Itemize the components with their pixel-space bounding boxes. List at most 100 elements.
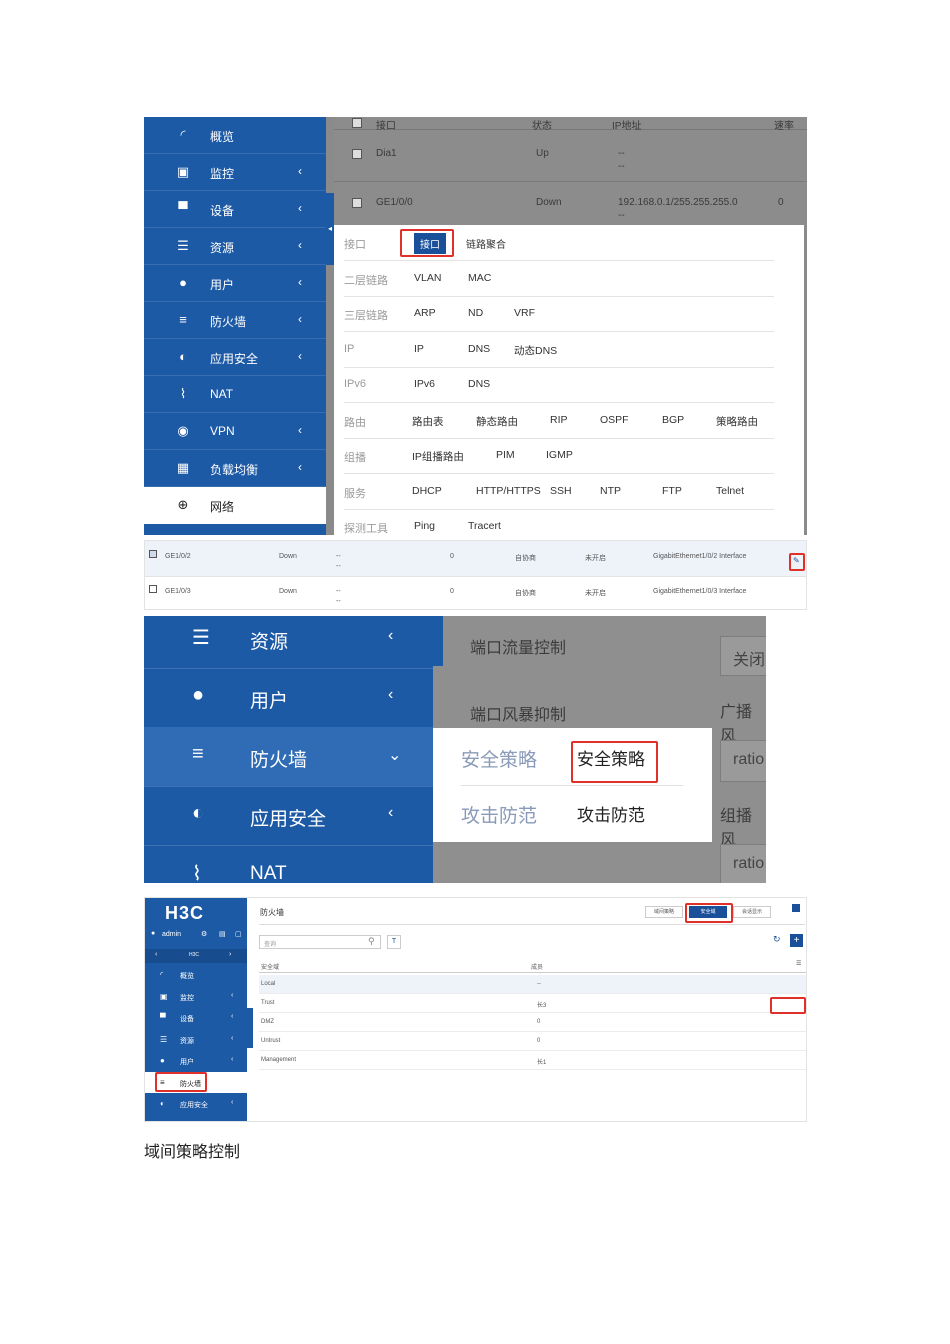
sidebar-item[interactable]: ☰ 资源 ‹ — [144, 616, 433, 668]
sidebar-item[interactable]: ⌇ NAT — [144, 376, 326, 413]
column-header: 状态 — [532, 121, 552, 132]
submenu-link[interactable]: Tracert — [468, 520, 501, 532]
submenu-link[interactable]: BGP — [662, 414, 684, 426]
row-checkbox[interactable] — [149, 550, 157, 558]
submenu-link[interactable]: PIM — [496, 449, 515, 461]
sidebar-item[interactable]: ◐ 应用安全 ‹ — [144, 786, 433, 845]
sidebar-item[interactable]: ◉ VPN ‹ — [144, 413, 326, 450]
table-row[interactable]: Untrust 0 — [259, 1032, 806, 1051]
save-icon[interactable] — [792, 904, 800, 912]
settings-icon[interactable]: ⚙ — [201, 930, 207, 938]
flow-control-select[interactable]: 关闭 — [720, 636, 766, 676]
table-row[interactable]: DMZ 0 — [259, 1013, 806, 1032]
submenu-link[interactable]: FTP — [662, 485, 682, 497]
sidebar-item[interactable]: ▦ 负载均衡 ‹ — [144, 450, 326, 487]
submenu-link[interactable]: DNS — [468, 343, 490, 355]
monitor-icon: ▣ — [160, 991, 168, 1001]
sidebar-collapse-handle[interactable] — [433, 616, 443, 666]
sidebar-item[interactable]: ▣ 监控 ‹ — [145, 986, 247, 1007]
submenu-link[interactable]: OSPF — [600, 414, 629, 426]
column-settings-icon[interactable]: ☰ — [796, 960, 801, 967]
submenu-link[interactable]: SSH — [550, 485, 572, 497]
sidebar-item[interactable]: ● 用户 ‹ — [144, 265, 326, 302]
submenu-link[interactable]: VRF — [514, 307, 535, 319]
nat-icon: ⌇ — [179, 386, 187, 401]
submenu-link[interactable]: RIP — [550, 414, 568, 426]
submenu-link[interactable]: 策略路由 — [716, 414, 758, 429]
sidebar-item[interactable]: ◐ 应用安全 ‹ — [144, 339, 326, 376]
search-input[interactable]: 查询 ⚲ — [259, 935, 381, 949]
submenu-link[interactable]: IP组播路由 — [412, 449, 464, 464]
sidebar-collapse-handle[interactable]: ◂ — [326, 193, 334, 265]
sidebar-item[interactable]: ⊕ 网络 — [144, 487, 326, 524]
resource-icon: ☰ — [160, 1034, 168, 1044]
filter-button[interactable]: T — [387, 935, 401, 949]
table-row[interactable]: Local -- — [259, 975, 806, 994]
sidebar-item[interactable]: ◜ 概览 — [145, 964, 247, 985]
submenu-link[interactable]: Ping — [414, 520, 435, 532]
sidebar-item[interactable]: ≡ 防火墙 ‹ — [144, 302, 326, 339]
nav-prev-icon[interactable]: ‹ — [155, 951, 157, 958]
sidebar-item[interactable]: ≡ 防火墙 ⌄ — [144, 727, 433, 786]
add-button[interactable]: + — [790, 934, 803, 947]
sidebar-item[interactable]: ☰ 资源 ‹ — [145, 1029, 247, 1050]
submenu-category: 安全策略 — [461, 750, 538, 771]
save-icon[interactable]: ▤ — [219, 930, 226, 938]
interface-ip: 192.168.0.1/255.255.255.0 — [618, 197, 738, 208]
cell-flow: 未开启 — [585, 555, 606, 562]
submenu-link[interactable]: 路由表 — [412, 414, 444, 429]
submenu-link[interactable]: HTTP/HTTPS — [476, 485, 541, 497]
row-checkbox[interactable] — [352, 149, 362, 159]
submenu-link[interactable]: IPv6 — [414, 378, 435, 390]
table-row[interactable]: Dia1 Up -- -- — [334, 145, 807, 182]
attack-defense-link[interactable]: 攻击防范 — [577, 801, 645, 826]
submenu-link[interactable]: ARP — [414, 307, 436, 319]
logout-icon[interactable]: ▢ — [235, 930, 242, 938]
submenu-link[interactable]: ND — [468, 307, 483, 319]
sidebar-item-label: 应用安全 — [180, 1102, 208, 1109]
sidebar-item[interactable]: ☰ 资源 ‹ — [144, 228, 326, 265]
submenu-link[interactable]: VLAN — [414, 272, 441, 284]
submenu-link[interactable]: NTP — [600, 485, 621, 497]
sidebar-item[interactable]: ⌇ NAT — [144, 845, 433, 883]
page-title: 防火墙 — [260, 908, 284, 917]
broadcast-ratio-select[interactable]: ratio — [720, 740, 766, 782]
submenu-link[interactable]: 动态DNS — [514, 343, 557, 358]
submenu-link[interactable]: 链路聚合 — [466, 236, 506, 251]
submenu-link[interactable]: IP — [414, 343, 424, 355]
table-row[interactable]: GE1/0/2 Down -- 0 自协商 未开启 GigabitEthernet1/0/2… — [145, 541, 806, 577]
submenu-link[interactable]: 静态路由 — [476, 414, 518, 429]
submenu-link[interactable]: Telnet — [716, 485, 744, 497]
sidebar-item[interactable]: ● 用户 ‹ — [145, 1050, 247, 1071]
submenu-link[interactable]: IGMP — [546, 449, 573, 461]
tab[interactable]: 域间策略 — [645, 906, 683, 918]
table-row[interactable]: Trust 长3 — [259, 994, 806, 1013]
sidebar-item[interactable]: ▀ 设备 ‹ — [144, 191, 326, 228]
firewall-icon: ≡ — [179, 312, 187, 327]
sidebar-collapse-handle[interactable] — [247, 1008, 253, 1048]
nav-switcher[interactable]: ‹ H3C › — [145, 949, 247, 963]
select-all-checkbox[interactable] — [352, 118, 362, 128]
sidebar-item[interactable]: ◐ 应用安全 ‹ — [145, 1093, 247, 1114]
table-row[interactable]: GE1/0/3 Down -- 0 自协商 未开启 GigabitEthernet1/0/3… — [145, 576, 806, 611]
submenu-link[interactable]: DNS — [468, 378, 490, 390]
tab[interactable]: 会话显示 — [733, 906, 771, 918]
table-row[interactable]: GE1/0/0 Down 192.168.0.1/255.255.255.0 -… — [334, 193, 807, 227]
submenu-link[interactable]: DHCP — [412, 485, 442, 497]
storm-control-label: 端口风暴抑制 — [470, 707, 567, 724]
username[interactable]: admin — [162, 931, 181, 938]
sidebar-item[interactable]: ▀ 设备 ‹ — [145, 1007, 247, 1028]
sidebar-item[interactable]: ◜ 概览 — [144, 117, 326, 154]
sidebar-item[interactable]: ● 用户 ‹ — [144, 668, 433, 727]
sidebar-item[interactable]: ▣ 监控 ‹ — [144, 154, 326, 191]
multicast-ratio-select[interactable]: ratio — [720, 844, 766, 883]
submenu-link[interactable]: MAC — [468, 272, 491, 284]
firewall-submenu: 安全策略 安全策略 攻击防范 攻击防范 — [433, 728, 712, 842]
row-checkbox[interactable] — [149, 585, 157, 593]
table-row[interactable]: Management 长1 — [259, 1051, 806, 1070]
column-header: IP地址 — [612, 121, 642, 132]
search-icon[interactable]: ⚲ — [368, 936, 375, 947]
refresh-icon[interactable]: ↻ — [773, 934, 781, 945]
nav-next-icon[interactable]: › — [229, 951, 231, 958]
row-checkbox[interactable] — [352, 198, 362, 208]
